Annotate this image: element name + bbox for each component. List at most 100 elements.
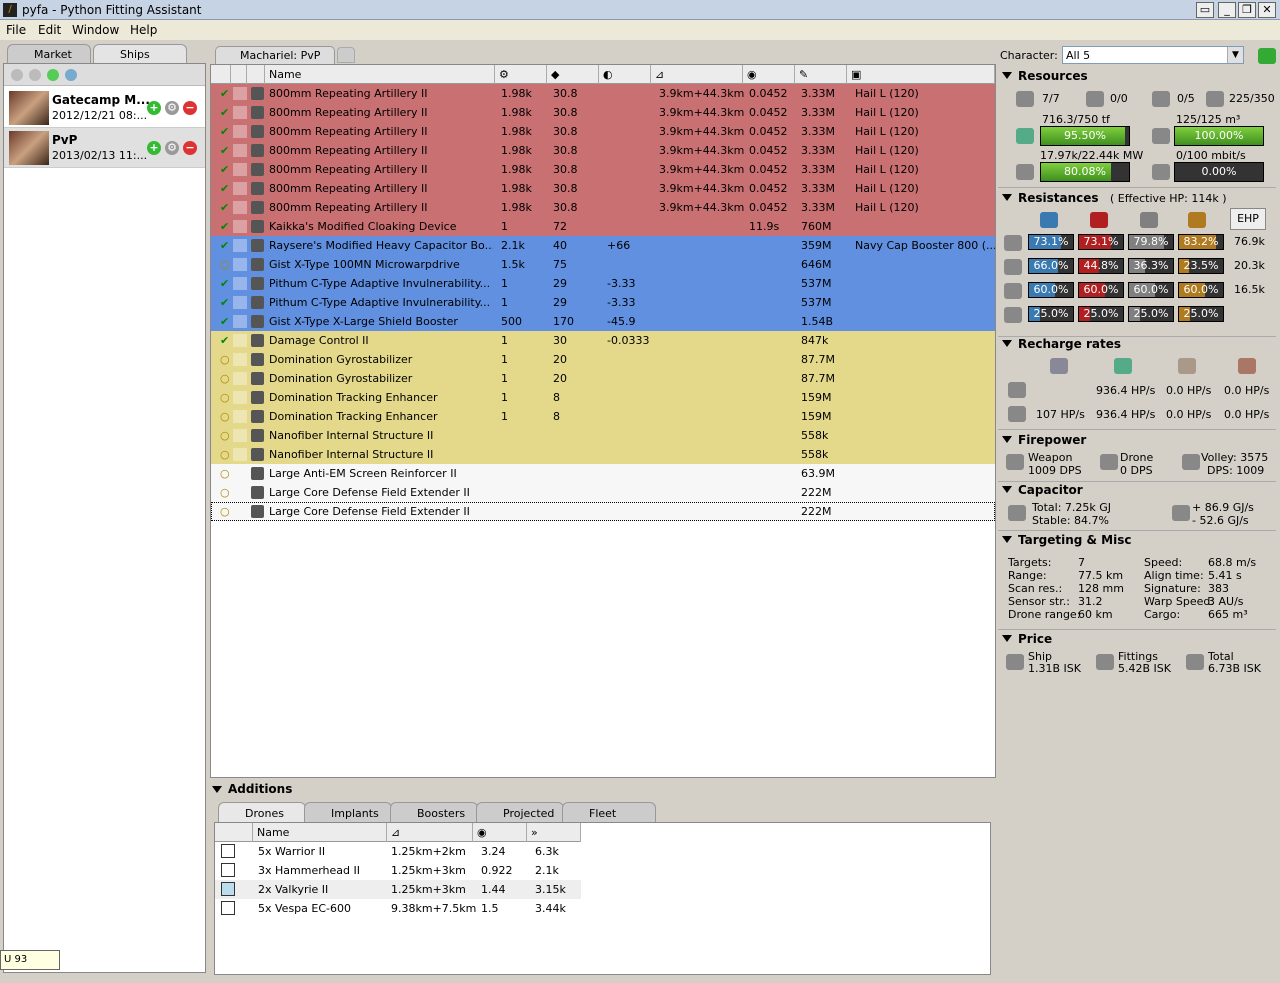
back-icon[interactable] xyxy=(29,69,41,81)
offline-state-icon[interactable]: ○ xyxy=(220,429,230,442)
drone-checkbox[interactable] xyxy=(221,882,235,896)
delete-fit-icon[interactable]: − xyxy=(183,101,197,115)
col-name[interactable]: Name xyxy=(253,823,387,842)
active-state-icon[interactable]: ✔ xyxy=(220,144,229,157)
active-state-icon[interactable]: ✔ xyxy=(220,220,229,233)
section-firepower[interactable]: Firepower xyxy=(1002,433,1086,447)
offline-state-icon[interactable]: ○ xyxy=(220,486,230,499)
fit-item-selected[interactable]: PvP 2013/02/13 11:... + ⚙ − xyxy=(4,128,205,168)
rof-col-icon[interactable]: ◉ xyxy=(743,65,795,84)
col-state[interactable] xyxy=(211,65,231,84)
tab-boosters[interactable]: Boosters xyxy=(390,802,478,822)
cpu-col-icon[interactable]: ⚙ xyxy=(495,65,547,84)
gear-icon[interactable]: ⚙ xyxy=(165,101,179,115)
add-icon[interactable] xyxy=(47,69,59,81)
module-row[interactable]: ✔ Pithum C-Type Adaptive Invulnerability.… xyxy=(211,293,995,312)
offline-state-icon[interactable]: ○ xyxy=(220,258,230,271)
module-row[interactable]: ○ Domination Tracking Enhancer 1 8 159M xyxy=(211,388,995,407)
active-state-icon[interactable]: ✔ xyxy=(220,125,229,138)
drone-row[interactable]: 5x Vespa EC-600 9.38km+7.5km 1.5 3.44k xyxy=(215,899,581,918)
col-name[interactable]: Name xyxy=(265,65,495,84)
module-row[interactable]: ✔ 800mm Repeating Artillery II 1.98k 30.8 3.… xyxy=(211,84,995,103)
tab-implants[interactable]: Implants xyxy=(304,802,392,822)
module-row[interactable]: ✔ 800mm Repeating Artillery II 1.98k 30.8 3.… xyxy=(211,141,995,160)
active-state-icon[interactable]: ✔ xyxy=(220,315,229,328)
module-row[interactable]: ✔ 800mm Repeating Artillery II 1.98k 30.8 3.… xyxy=(211,160,995,179)
active-state-icon[interactable]: ✔ xyxy=(220,296,229,309)
speed-col-icon[interactable]: ◉ xyxy=(473,823,527,842)
module-row[interactable]: ✔ 800mm Repeating Artillery II 1.98k 30.8 3.… xyxy=(211,198,995,217)
col-active[interactable] xyxy=(215,823,253,842)
active-state-icon[interactable]: ✔ xyxy=(220,277,229,290)
col-slot[interactable] xyxy=(231,65,247,84)
range-col-icon[interactable]: ⊿ xyxy=(651,65,743,84)
section-price[interactable]: Price xyxy=(1002,632,1052,646)
tab-projected[interactable]: Projected xyxy=(476,802,564,822)
damage-col-icon[interactable]: » xyxy=(527,823,581,842)
drone-checkbox[interactable] xyxy=(221,844,235,858)
maximize-button[interactable]: ❐ xyxy=(1238,2,1256,18)
module-row[interactable]: ✔ Raysere's Modified Heavy Capacitor Bo..… xyxy=(211,236,995,255)
section-targeting[interactable]: Targeting & Misc xyxy=(1002,533,1132,547)
drone-checkbox[interactable] xyxy=(221,863,235,877)
drone-checkbox[interactable] xyxy=(221,901,235,915)
module-row[interactable]: ○ Domination Gyrostabilizer 1 20 87.7M xyxy=(211,369,995,388)
fit-item[interactable]: Gatecamp M... 2012/12/21 08:... + ⚙ − xyxy=(4,88,205,128)
col-icon[interactable] xyxy=(247,65,265,84)
module-row[interactable]: ○ Domination Tracking Enhancer 1 8 159M xyxy=(211,407,995,426)
section-capacitor[interactable]: Capacitor xyxy=(1002,483,1083,497)
active-state-icon[interactable]: ✔ xyxy=(220,201,229,214)
drone-row[interactable]: 2x Valkyrie II 1.25km+3km 1.44 3.15k xyxy=(215,880,581,899)
module-row[interactable]: ✔ 800mm Repeating Artillery II 1.98k 30.8 3.… xyxy=(211,122,995,141)
tab-drones[interactable]: Drones xyxy=(218,802,306,822)
module-row[interactable]: ○ Large Core Defense Field Extender II 222… xyxy=(211,502,995,521)
active-state-icon[interactable]: ✔ xyxy=(220,106,229,119)
module-row[interactable]: ○ Large Core Defense Field Extender II 222… xyxy=(211,483,995,502)
first-icon[interactable] xyxy=(11,69,23,81)
offline-state-icon[interactable]: ○ xyxy=(220,372,230,385)
active-state-icon[interactable]: ✔ xyxy=(220,182,229,195)
module-row[interactable]: ✔ Damage Control II 1 30 -0.0333 847k xyxy=(211,331,995,350)
menu-file[interactable]: File xyxy=(6,23,26,37)
character-select[interactable]: All 5 ▼ xyxy=(1062,46,1244,64)
restore-icon[interactable]: ▭ xyxy=(1196,2,1214,18)
module-row[interactable]: ○ Nanofiber Internal Structure II 558k xyxy=(211,426,995,445)
module-row[interactable]: ✔ 800mm Repeating Artillery II 1.98k 30.8 3.… xyxy=(211,179,995,198)
section-resources[interactable]: Resources xyxy=(1002,69,1088,83)
price-col-icon[interactable]: ✎ xyxy=(795,65,847,84)
drone-row[interactable]: 3x Hammerhead II 1.25km+3km 0.922 2.1k xyxy=(215,861,581,880)
pg-col-icon[interactable]: ◆ xyxy=(547,65,599,84)
menu-help[interactable]: Help xyxy=(130,23,157,37)
gear-icon[interactable]: ⚙ xyxy=(165,141,179,155)
section-recharge[interactable]: Recharge rates xyxy=(1002,337,1121,351)
active-state-icon[interactable]: ✔ xyxy=(220,334,229,347)
tab-fit[interactable]: Machariel: PvP xyxy=(215,46,335,64)
add-fit-icon[interactable]: + xyxy=(147,141,161,155)
menu-window[interactable]: Window xyxy=(72,23,119,37)
tab-fleet[interactable]: Fleet xyxy=(562,802,656,822)
drone-row[interactable]: 5x Warrior II 1.25km+2km 3.24 6.3k xyxy=(215,842,581,861)
tab-ships[interactable]: Ships xyxy=(93,44,187,63)
additions-header[interactable]: Additions xyxy=(212,782,292,796)
menu-edit[interactable]: Edit xyxy=(38,23,61,37)
module-row[interactable]: ✔ Pithum C-Type Adaptive Invulnerability.… xyxy=(211,274,995,293)
module-row[interactable]: ✔ 800mm Repeating Artillery II 1.98k 30.8 3.… xyxy=(211,103,995,122)
module-row[interactable]: ✔ Kaikka's Modified Cloaking Device 1 72 11.… xyxy=(211,217,995,236)
ehp-button[interactable]: EHP xyxy=(1230,208,1266,230)
module-row[interactable]: ○ Gist X-Type 100MN Microwarpdrive 1.5k 75 6… xyxy=(211,255,995,274)
delete-fit-icon[interactable]: − xyxy=(183,141,197,155)
section-resistances[interactable]: Resistances xyxy=(1002,191,1099,205)
active-state-icon[interactable]: ✔ xyxy=(220,239,229,252)
active-state-icon[interactable]: ✔ xyxy=(220,87,229,100)
active-state-icon[interactable]: ✔ xyxy=(220,163,229,176)
module-row[interactable]: ✔ Gist X-Type X-Large Shield Booster 500 17… xyxy=(211,312,995,331)
module-row[interactable]: ○ Large Anti-EM Screen Reinforcer II 63.9M xyxy=(211,464,995,483)
offline-state-icon[interactable]: ○ xyxy=(220,353,230,366)
offline-state-icon[interactable]: ○ xyxy=(220,505,230,518)
offline-state-icon[interactable]: ○ xyxy=(220,448,230,461)
close-button[interactable]: ✕ xyxy=(1258,2,1276,18)
module-row[interactable]: ○ Domination Gyrostabilizer 1 20 87.7M xyxy=(211,350,995,369)
tab-market[interactable]: Market xyxy=(7,44,91,63)
add-fit-icon[interactable]: + xyxy=(147,101,161,115)
export-icon[interactable] xyxy=(1258,48,1276,64)
